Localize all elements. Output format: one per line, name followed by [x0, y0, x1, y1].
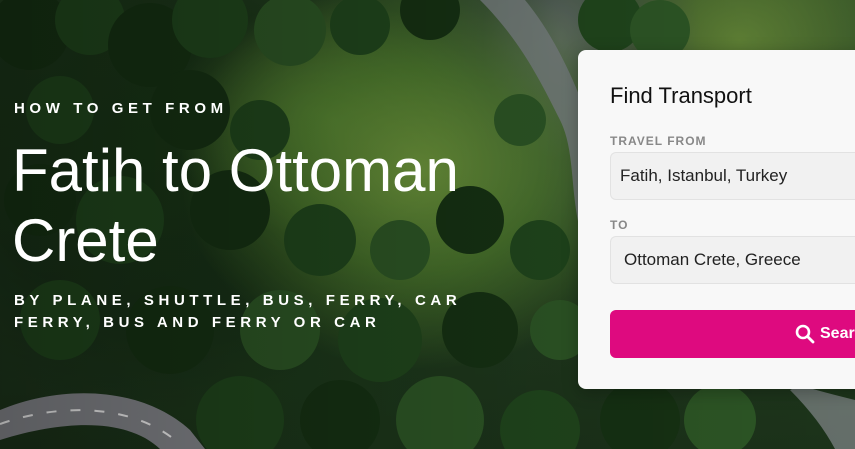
find-transport-panel: Find Transport TRAVEL FROM TO Search [578, 50, 855, 389]
page-title: Fatih to Ottoman Crete [12, 137, 459, 274]
travel-from-label: TRAVEL FROM [610, 134, 707, 148]
to-label: TO [610, 218, 629, 232]
panel-title: Find Transport [610, 83, 752, 108]
travel-from-input[interactable] [610, 152, 855, 200]
search-icon [795, 324, 815, 344]
transport-modes: BY PLANE, SHUTTLE, BUS, FERRY, CAR FERRY… [14, 292, 462, 331]
to-input[interactable] [610, 236, 855, 284]
search-button-label: Search [820, 325, 855, 342]
hero-eyebrow: HOW TO GET FROM [14, 100, 228, 117]
search-button[interactable]: Search [610, 310, 855, 358]
